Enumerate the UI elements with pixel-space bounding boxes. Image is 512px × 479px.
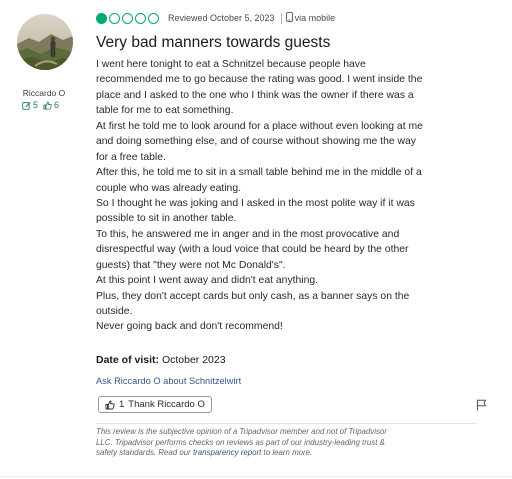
review-body: I went here tonight to eat a Schnitzel b… xyxy=(96,57,432,335)
avatar-photo xyxy=(17,14,73,70)
rating-bubble-empty xyxy=(109,12,120,24)
thank-count: 1 xyxy=(119,399,125,410)
divider xyxy=(96,423,476,424)
thumbs-up-icon xyxy=(105,400,115,410)
reviewer-stats: 5 6 xyxy=(22,100,59,110)
bottom-divider xyxy=(0,476,512,477)
report-button[interactable] xyxy=(476,399,487,411)
review-body-line: place and I asked to the one who I think… xyxy=(96,89,414,101)
flag-icon xyxy=(476,399,487,411)
avatar[interactable] xyxy=(17,14,73,70)
bubble-rating xyxy=(96,12,159,24)
review-body-line: and doing something else, and of course … xyxy=(96,136,416,148)
rating-bubble-empty xyxy=(122,12,133,24)
phone-icon xyxy=(285,12,293,24)
review-body-line: I went here tonight to eat a Schnitzel b… xyxy=(96,59,366,70)
reviewer-name[interactable]: Riccardo O xyxy=(0,88,88,98)
pencil-square-icon xyxy=(22,101,31,110)
source-label: via mobile xyxy=(294,13,336,23)
review-body-line: possible to sit in another table. xyxy=(96,213,237,225)
review-body-line: guests) that "they were not Mc Donald's"… xyxy=(96,259,286,271)
transparency-report-link[interactable]: transparency report xyxy=(193,448,261,457)
rating-bubble-filled xyxy=(96,12,107,24)
review-body-line: At first he told me to look around for a… xyxy=(96,120,423,132)
ask-reviewer-link[interactable]: Ask Riccardo O about Schnitzelwirt xyxy=(96,376,241,386)
review-body-line: disrespectful way (with a loud voice tha… xyxy=(96,244,409,256)
review-body-line: table for me to eat something. xyxy=(96,105,234,117)
rating-row: Reviewed October 5, 2023 via mobile xyxy=(96,12,335,24)
review-body-line: couple who was already eating. xyxy=(96,182,241,194)
disclaimer-text: safety standards. Read our xyxy=(96,448,193,457)
disclaimer-line-2: LLC. Tripadvisor performs checks on revi… xyxy=(96,437,385,447)
helpful-votes-stat: 6 xyxy=(43,100,59,110)
rating-bubble-empty xyxy=(135,12,146,24)
review-disclaimer: This review is the subjective opinion of… xyxy=(96,427,456,459)
review-body-line: Never going back and don't recommend! xyxy=(96,321,283,333)
date-of-visit: Date of visit: October 2023 xyxy=(96,354,226,366)
review-body-line: outside. xyxy=(96,306,133,317)
review-body-line: So I thought he was joking and I asked i… xyxy=(96,197,415,209)
review-body-line: To this, he answered me in anger and in … xyxy=(96,228,400,240)
review-body-line: Plus, they don't accept cards but only c… xyxy=(96,290,410,302)
helpful-votes-count: 6 xyxy=(54,100,60,110)
review-source: via mobile xyxy=(285,12,336,24)
rating-bubble-empty xyxy=(148,12,159,24)
reviewed-date: Reviewed October 5, 2023 xyxy=(168,13,275,23)
review-body-line: At this point I went away and didn't eat… xyxy=(96,275,319,287)
contributions-count: 5 xyxy=(33,100,39,110)
review-body-line: for a free table. xyxy=(96,151,166,163)
thank-button[interactable]: 1 Thank Riccardo O xyxy=(98,396,212,413)
contributions-stat: 5 xyxy=(22,100,38,110)
review-body-line: After this, he told me to sit in a small… xyxy=(96,167,422,179)
disclaimer-line-3: safety standards. Read our transparency … xyxy=(96,448,456,459)
visit-label: Date of visit: xyxy=(96,354,160,366)
review-body-line: recommended me to go because the rating … xyxy=(96,74,423,86)
visit-value: October 2023 xyxy=(161,354,226,366)
separator xyxy=(280,12,282,24)
review-title[interactable]: Very bad manners towards guests xyxy=(96,34,330,52)
thumbs-up-icon xyxy=(43,100,52,110)
thank-label: Thank Riccardo O xyxy=(128,399,205,410)
disclaimer-text-end: to learn more. xyxy=(261,448,313,457)
disclaimer-line-1: This review is the subjective opinion of… xyxy=(96,427,387,436)
